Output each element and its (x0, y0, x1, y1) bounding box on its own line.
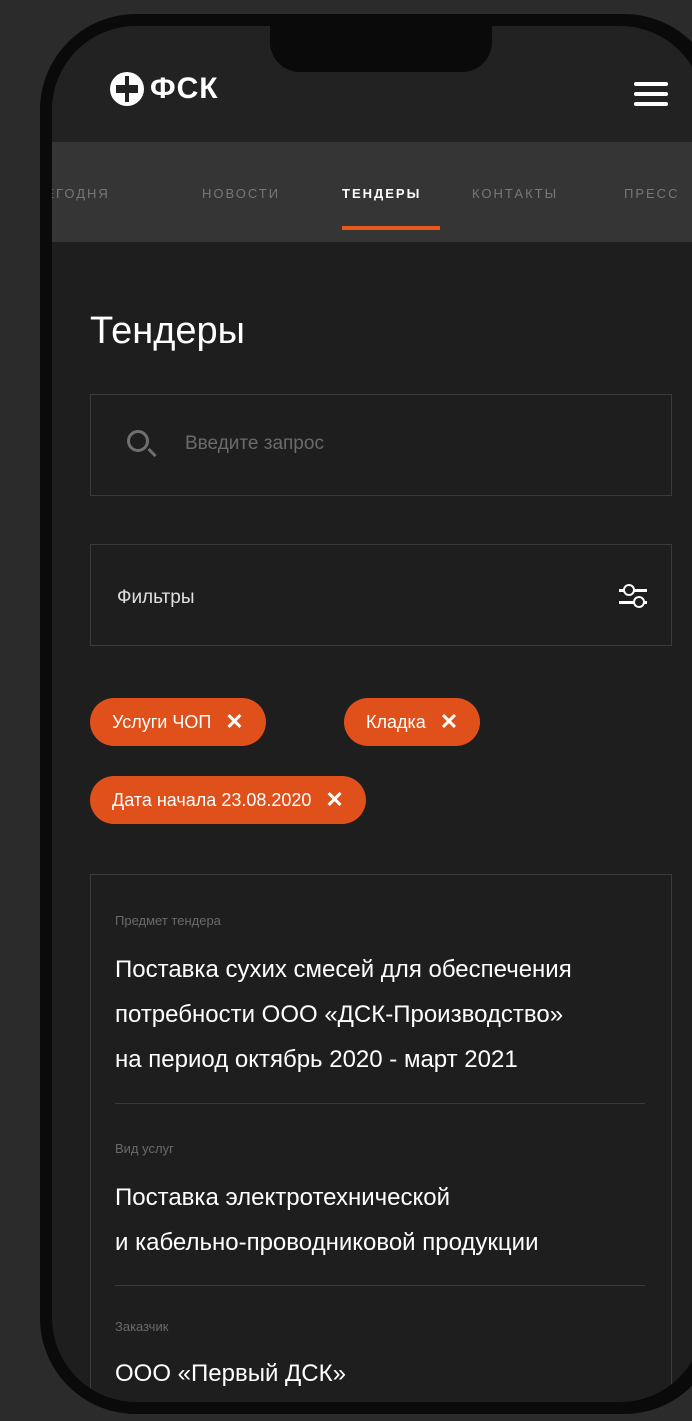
customer-label: Заказчик (115, 1319, 169, 1334)
tab-tenders[interactable]: Тендеры (342, 186, 421, 201)
hamburger-menu-icon[interactable] (634, 82, 668, 106)
chip-label: Услуги ЧОП (112, 711, 212, 732)
subject-value: Поставка сухих смесей для обеспечения по… (115, 947, 655, 1082)
subject-line: на период октябрь 2020 - март 2021 (115, 1046, 518, 1073)
subject-label: Предмет тендера (115, 913, 221, 928)
logo[interactable]: ФСК (110, 72, 219, 106)
close-icon[interactable]: ✕ (225, 711, 243, 733)
close-icon[interactable]: ✕ (325, 789, 343, 811)
tab-news[interactable]: Новости (202, 186, 280, 201)
service-label: Вид услуг (115, 1141, 174, 1156)
search-icon (127, 430, 149, 452)
filter-chip[interactable]: Услуги ЧОП ✕ (90, 698, 266, 746)
tab-contacts[interactable]: Контакты (472, 186, 558, 201)
service-value: Поставка электротехнической и кабельно-п… (115, 1175, 655, 1265)
tab-press[interactable]: Пресс (624, 186, 679, 201)
divider (115, 1285, 645, 1286)
service-line: Поставка электротехнической (115, 1184, 451, 1211)
section-nav: Сегодня Новости Тендеры Контакты Пресс (52, 142, 692, 242)
phone-notch (270, 26, 492, 72)
filter-chip[interactable]: Кладка ✕ (344, 698, 481, 746)
service-line: и кабельно-проводниковой продукции (115, 1229, 539, 1256)
chip-label: Дата начала 23.08.2020 (112, 789, 312, 810)
customer-value: ООО «Первый ДСК» (115, 1360, 346, 1387)
subject-line: потребности ООО «ДСК-Производство» (115, 1001, 564, 1028)
logo-icon (110, 72, 144, 106)
app-screen: ФСК Сегодня Новости Тендеры Контакты Пре… (52, 26, 692, 1402)
chip-label: Кладка (366, 711, 426, 732)
active-tab-indicator (342, 226, 440, 230)
filters-button[interactable]: Фильтры (90, 544, 672, 646)
search-input[interactable]: Введите запрос (90, 394, 672, 496)
search-placeholder: Введите запрос (185, 433, 324, 454)
page-title: Тендеры (90, 310, 245, 352)
filters-label: Фильтры (117, 587, 195, 608)
sliders-icon (619, 583, 647, 609)
close-icon[interactable]: ✕ (440, 711, 458, 733)
tab-today[interactable]: Сегодня (52, 186, 110, 201)
logo-text: ФСК (150, 72, 219, 105)
subject-line: Поставка сухих смесей для обеспечения (115, 956, 572, 983)
filter-chip[interactable]: Дата начала 23.08.2020 ✕ (90, 776, 366, 824)
tender-card[interactable]: Предмет тендера Поставка сухих смесей дл… (90, 874, 672, 1402)
divider (115, 1103, 645, 1104)
